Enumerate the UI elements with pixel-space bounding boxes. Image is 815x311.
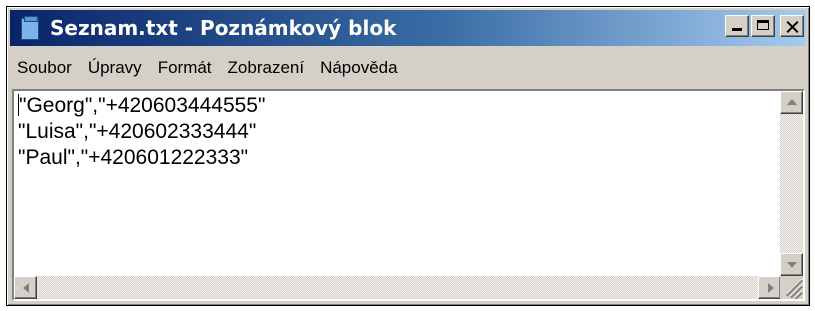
- scroll-left-button[interactable]: [14, 276, 37, 299]
- menu-bar: Soubor Úpravy Formát Zobrazení Nápověda: [10, 51, 806, 85]
- menu-soubor[interactable]: Soubor: [10, 58, 80, 78]
- notepad-icon[interactable]: [18, 16, 42, 40]
- minimize-button[interactable]: [725, 15, 749, 37]
- text-area[interactable]: "Georg","+420603444555" "Luisa","+420602…: [14, 91, 781, 276]
- menu-format[interactable]: Formát: [150, 58, 220, 78]
- menu-upravy[interactable]: Úpravy: [80, 58, 150, 78]
- menu-napoveda[interactable]: Nápověda: [312, 58, 406, 78]
- text-editor[interactable]: "Georg","+420603444555" "Luisa","+420602…: [12, 89, 805, 301]
- scroll-up-button[interactable]: [780, 91, 803, 114]
- text-line-1: "Georg","+420603444555": [19, 94, 266, 117]
- scroll-right-button[interactable]: [758, 276, 781, 299]
- text-line-2: "Luisa","+420602333444": [18, 120, 257, 143]
- title-bar[interactable]: Seznam.txt - Poznámkový blok: [10, 10, 806, 46]
- maximize-button[interactable]: [751, 15, 775, 37]
- close-button[interactable]: [780, 15, 804, 37]
- vertical-scrollbar[interactable]: [780, 91, 803, 276]
- scroll-down-button[interactable]: [780, 253, 803, 276]
- notepad-window: Seznam.txt - Poznámkový blok Soubor Úpra…: [6, 6, 810, 306]
- menu-zobrazeni[interactable]: Zobrazení: [220, 58, 313, 78]
- window-title: Seznam.txt - Poznámkový blok: [50, 16, 397, 40]
- window-controls: [725, 15, 804, 37]
- horizontal-scrollbar[interactable]: [14, 276, 781, 299]
- text-line-3: "Paul","+420601222333": [18, 146, 249, 169]
- resize-grip[interactable]: [780, 276, 803, 299]
